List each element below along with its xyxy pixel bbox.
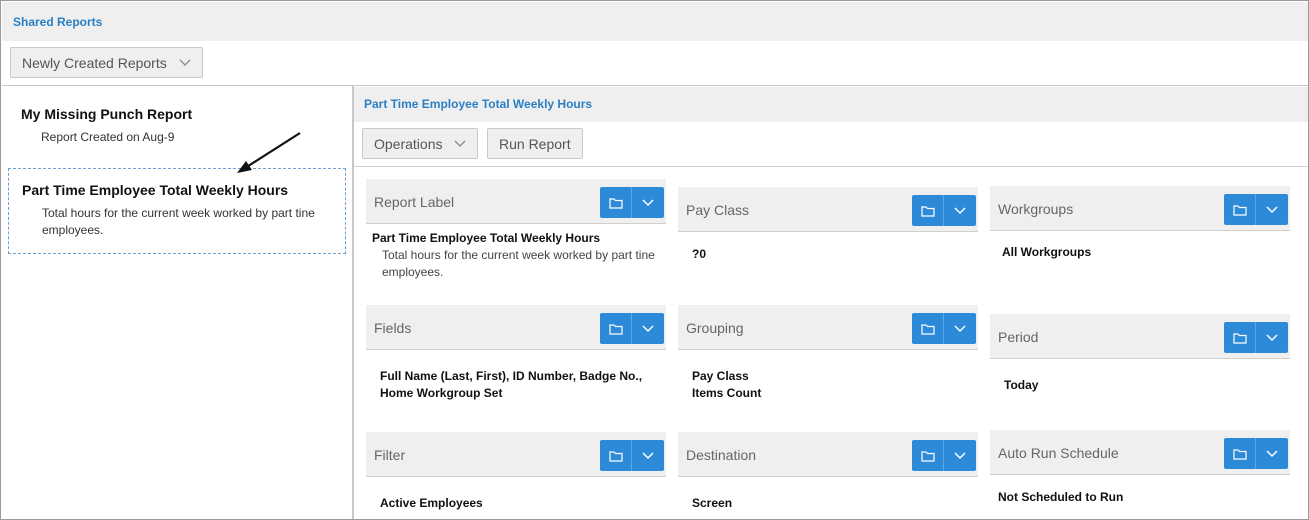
card-value: Active Employees <box>380 496 483 510</box>
card-value: Part Time Employee Total Weekly Hours <box>372 231 601 245</box>
chevron-down-icon[interactable] <box>1256 438 1288 469</box>
workgroups-card: Workgroups All Workgroups <box>990 186 1290 261</box>
operations-label: Operations <box>374 135 443 152</box>
card-tools <box>912 440 976 471</box>
chevron-down-icon[interactable] <box>944 195 976 226</box>
page-title: Shared Reports <box>13 15 103 29</box>
chevron-down-icon <box>454 140 466 148</box>
folder-icon[interactable] <box>912 313 944 344</box>
auto-run-schedule-card: Auto Run Schedule Not Scheduled to Run <box>990 430 1290 506</box>
arrow-annotation <box>237 132 301 173</box>
card-label: Destination <box>686 447 757 463</box>
report-filter-dropdown[interactable]: Newly Created Reports <box>10 47 203 78</box>
pay-class-card: Pay Class ?0 <box>678 187 978 263</box>
folder-icon[interactable] <box>912 195 944 226</box>
chevron-down-icon[interactable] <box>944 440 976 471</box>
period-card: Period Today <box>990 314 1290 394</box>
folder-icon[interactable] <box>1224 322 1256 353</box>
report-name: Part Time Employee Total Weekly Hours <box>22 182 289 198</box>
folder-icon[interactable] <box>912 440 944 471</box>
chevron-down-icon[interactable] <box>632 440 664 471</box>
card-value: Pay Class <box>692 369 749 383</box>
chevron-down-icon[interactable] <box>944 313 976 344</box>
chevron-down-icon[interactable] <box>632 187 664 218</box>
report-list-item-selected[interactable]: Part Time Employee Total Weekly Hours To… <box>8 168 346 254</box>
destination-card: Destination Screen <box>678 432 978 512</box>
fields-card: Fields Full Name (Last, First), ID Numbe… <box>366 305 666 402</box>
card-tools <box>600 440 664 471</box>
grouping-card: Grouping Pay Class Items Count <box>678 305 978 402</box>
card-value: Items Count <box>692 386 762 400</box>
report-name: My Missing Punch Report <box>21 106 193 122</box>
folder-icon[interactable] <box>1224 438 1256 469</box>
chevron-down-icon[interactable] <box>1256 322 1288 353</box>
card-label: Auto Run Schedule <box>998 445 1119 461</box>
card-label: Pay Class <box>686 202 750 218</box>
app-window: Shared Reports Newly Created Reports My … <box>0 0 1309 520</box>
card-label: Period <box>998 329 1039 345</box>
pane-divider <box>352 86 354 519</box>
card-label: Fields <box>374 320 412 336</box>
card-sub-value: Total hours for the current week worked … <box>382 248 655 279</box>
chevron-down-icon <box>179 59 191 67</box>
report-filter-label: Newly Created Reports <box>22 54 167 71</box>
card-tools <box>1224 438 1288 469</box>
card-value: All Workgroups <box>1002 245 1092 259</box>
card-label: Workgroups <box>998 201 1074 217</box>
card-value: Not Scheduled to Run <box>998 490 1124 504</box>
card-label: Grouping <box>686 320 744 336</box>
card-tools <box>1224 322 1288 353</box>
detail-title: Part Time Employee Total Weekly Hours <box>364 97 593 111</box>
card-label: Filter <box>374 447 406 463</box>
folder-icon[interactable] <box>1224 194 1256 225</box>
card-label: Report Label <box>374 194 455 210</box>
toolbar-divider <box>2 85 1308 86</box>
card-value: Full Name (Last, First), ID Number, Badg… <box>380 369 643 383</box>
run-report-button[interactable]: Run Report <box>487 128 583 159</box>
folder-icon[interactable] <box>600 440 632 471</box>
card-value: Today <box>1004 378 1039 392</box>
top-bar: Shared Reports <box>2 2 1308 41</box>
card-tools <box>912 313 976 344</box>
chevron-down-icon[interactable] <box>1256 194 1288 225</box>
report-description: Total hours for the current week worked … <box>42 206 315 237</box>
detail-header: Part Time Employee Total Weekly Hours <box>354 87 1308 122</box>
detail-toolbar-divider <box>354 166 1308 167</box>
filter-card: Filter Active Employees <box>366 432 666 512</box>
card-value: Home Workgroup Set <box>380 386 503 400</box>
folder-icon[interactable] <box>600 313 632 344</box>
chevron-down-icon[interactable] <box>632 313 664 344</box>
card-tools <box>600 187 664 218</box>
card-tools <box>600 313 664 344</box>
operations-dropdown[interactable]: Operations <box>362 128 478 159</box>
card-tools <box>1224 194 1288 225</box>
card-value: Screen <box>692 496 733 510</box>
run-report-label: Run Report <box>499 135 571 152</box>
report-label-card: Report Label Part Time Employee Total We… <box>366 179 666 281</box>
card-value: ?0 <box>692 247 707 261</box>
folder-icon[interactable] <box>600 187 632 218</box>
card-tools <box>912 195 976 226</box>
